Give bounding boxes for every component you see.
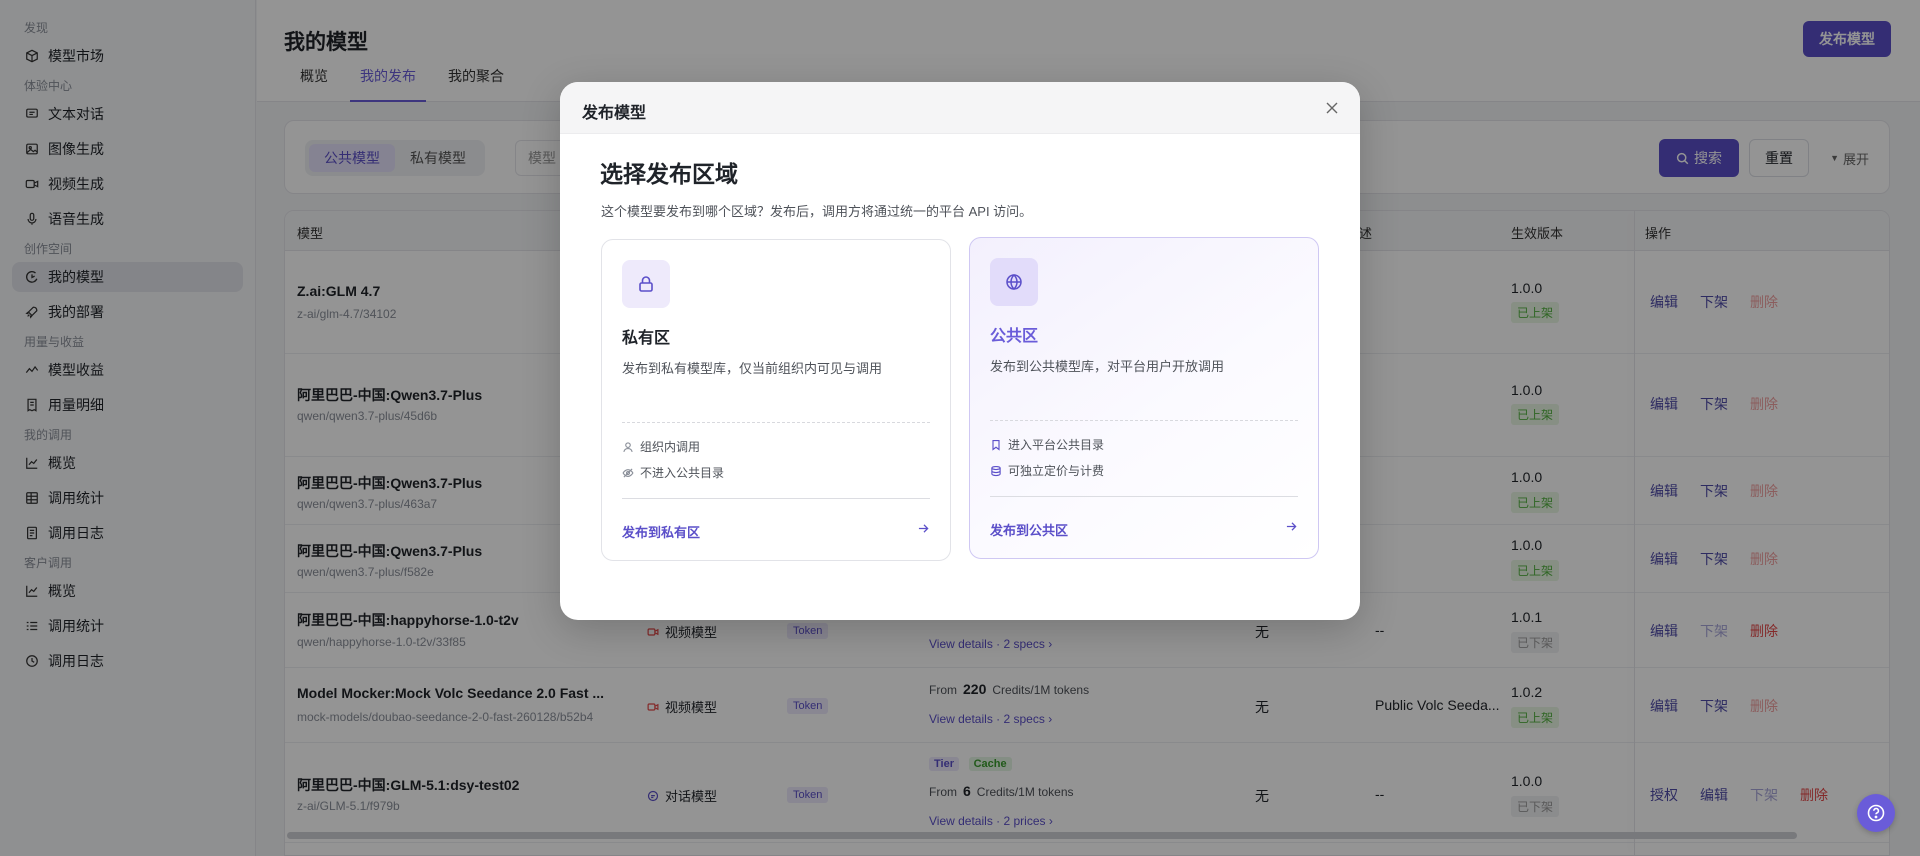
dialog-heading: 选择发布区域 bbox=[600, 161, 738, 187]
feature-label: 可独立定价与计费 bbox=[1008, 464, 1105, 478]
feature-label: 不进入公共目录 bbox=[640, 466, 725, 480]
publish-public-link[interactable]: 发布到公共区 bbox=[990, 520, 1068, 539]
eye-off-icon bbox=[622, 467, 634, 479]
private-zone-title: 私有区 bbox=[622, 330, 671, 347]
publish-private-link[interactable]: 发布到私有区 bbox=[622, 522, 700, 541]
private-zone-desc: 发布到私有模型库，仅当前组织内可见与调用 bbox=[622, 361, 883, 376]
divider bbox=[990, 420, 1298, 421]
divider bbox=[622, 422, 930, 423]
arrow-right-icon bbox=[1284, 519, 1298, 533]
private-zone-card[interactable]: 私有区 发布到私有模型库，仅当前组织内可见与调用 组织内调用 不进入公共目录 发… bbox=[601, 239, 951, 561]
feature-label: 进入平台公共目录 bbox=[1008, 438, 1105, 452]
lock-icon bbox=[622, 260, 670, 308]
arrow-right-icon bbox=[916, 521, 930, 535]
divider bbox=[622, 498, 930, 499]
feature-item: 组织内调用 bbox=[622, 438, 700, 455]
dialog-header: 发布模型 bbox=[560, 82, 1360, 134]
divider bbox=[990, 496, 1298, 497]
feature-item: 可独立定价与计费 bbox=[990, 462, 1104, 479]
user-icon bbox=[622, 441, 634, 453]
feature-label: 组织内调用 bbox=[640, 440, 701, 454]
feature-item: 进入平台公共目录 bbox=[990, 436, 1104, 453]
feature-item: 不进入公共目录 bbox=[622, 464, 724, 481]
close-icon[interactable] bbox=[1322, 98, 1342, 118]
database-icon bbox=[990, 465, 1002, 477]
bookmark-icon bbox=[990, 439, 1002, 451]
globe-icon bbox=[990, 258, 1038, 306]
public-zone-title: 公共区 bbox=[990, 328, 1039, 345]
public-zone-card[interactable]: 公共区 发布到公共模型库，对平台用户开放调用 进入平台公共目录 可独立定价与计费… bbox=[969, 237, 1319, 559]
dialog-description: 这个模型要发布到哪个区域？发布后，调用方将通过统一的平台 API 访问。 bbox=[601, 204, 1033, 219]
help-icon[interactable] bbox=[1857, 794, 1895, 832]
dialog-title: 发布模型 bbox=[582, 105, 647, 122]
publish-model-dialog: 发布模型 选择发布区域 这个模型要发布到哪个区域？发布后，调用方将通过统一的平台… bbox=[560, 82, 1360, 620]
public-zone-desc: 发布到公共模型库，对平台用户开放调用 bbox=[990, 359, 1225, 374]
